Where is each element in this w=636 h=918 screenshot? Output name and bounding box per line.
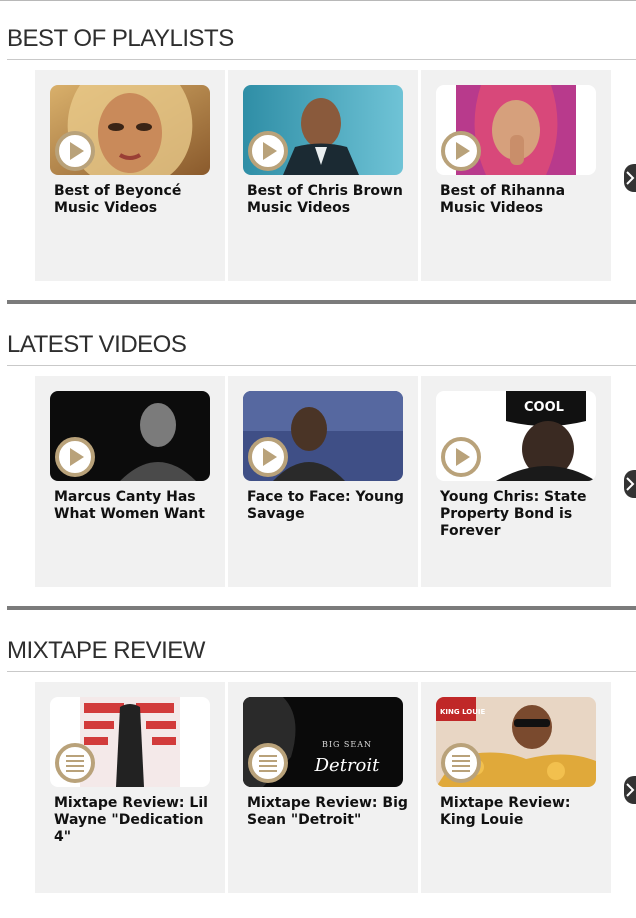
next-arrow-button[interactable] [624, 164, 636, 192]
card-title[interactable]: Mixtape Review: Lil Wayne "Dedication 4" [54, 795, 219, 846]
video-card-young-chris[interactable]: COOL Young Chris: State Property Bond is… [421, 376, 611, 587]
play-icon[interactable] [248, 131, 288, 171]
playlist-card-beyonce[interactable]: Best of Beyoncé Music Videos [35, 70, 225, 281]
section-divider [7, 606, 636, 610]
card-carousel: Marcus Canty Has What Women Want Face to… [35, 376, 611, 587]
section-title[interactable]: LATEST VIDEOS [7, 330, 187, 360]
card-title[interactable]: Face to Face: Young Savage [247, 489, 412, 523]
review-card-lil-wayne[interactable]: Mixtape Review: Lil Wayne "Dedication 4" [35, 682, 225, 893]
detroit-text: Detroit [314, 755, 381, 776]
thumbnail[interactable] [50, 391, 210, 481]
section-title[interactable]: BEST OF PLAYLISTS [7, 24, 234, 54]
section-mixtape-review: MIXTAPE REVIEW Mixtape Review: Lil Wayne… [0, 612, 636, 918]
thumbnail[interactable]: BIG SEAN Detroit [243, 697, 403, 787]
play-icon[interactable] [248, 437, 288, 477]
chevron-right-icon [626, 783, 635, 797]
playlist-card-rihanna[interactable]: Best of Rihanna Music Videos [421, 70, 611, 281]
card-carousel: Best of Beyoncé Music Videos Best of Chr… [35, 70, 611, 281]
video-card-marcus-canty[interactable]: Marcus Canty Has What Women Want [35, 376, 225, 587]
article-icon[interactable] [248, 743, 288, 783]
next-arrow-button[interactable] [624, 470, 636, 498]
play-icon[interactable] [55, 131, 95, 171]
thumbnail[interactable] [50, 697, 210, 787]
card-title[interactable]: Young Chris: State Property Bond is Fore… [440, 489, 605, 540]
play-icon[interactable] [55, 437, 95, 477]
cap-text: COOL [524, 400, 564, 415]
article-icon[interactable] [441, 743, 481, 783]
review-card-king-louie[interactable]: KING LOUIE Mixtape Review: King Louie [421, 682, 611, 893]
card-title[interactable]: Best of Rihanna Music Videos [440, 183, 605, 217]
section-best-of-playlists: BEST OF PLAYLISTS Best of Beyoncé Music … [0, 0, 636, 306]
title-underline [7, 59, 636, 60]
card-title[interactable]: Best of Beyoncé Music Videos [54, 183, 219, 217]
review-card-big-sean[interactable]: BIG SEAN Detroit Mixtape Review: Big Sea… [228, 682, 418, 893]
chevron-right-icon [626, 477, 635, 491]
section-divider [7, 300, 636, 304]
card-title[interactable]: Mixtape Review: Big Sean "Detroit" [247, 795, 412, 829]
card-carousel: Mixtape Review: Lil Wayne "Dedication 4"… [35, 682, 611, 893]
thumbnail[interactable] [436, 85, 596, 175]
play-icon[interactable] [441, 437, 481, 477]
card-title[interactable]: Best of Chris Brown Music Videos [247, 183, 412, 217]
thumbnail[interactable] [243, 391, 403, 481]
section-latest-videos: LATEST VIDEOS Marcus Canty Has What Wome… [0, 306, 636, 612]
big-sean-text: BIG SEAN [322, 740, 372, 749]
thumbnail[interactable]: KING LOUIE [436, 697, 596, 787]
king-louie-text: KING LOUIE [440, 708, 486, 716]
card-title[interactable]: Marcus Canty Has What Women Want [54, 489, 219, 523]
thumbnail[interactable] [243, 85, 403, 175]
chevron-right-icon [626, 171, 635, 185]
video-card-young-savage[interactable]: Face to Face: Young Savage [228, 376, 418, 587]
article-icon[interactable] [55, 743, 95, 783]
title-underline [7, 671, 636, 672]
play-icon[interactable] [441, 131, 481, 171]
playlist-card-chris-brown[interactable]: Best of Chris Brown Music Videos [228, 70, 418, 281]
card-title[interactable]: Mixtape Review: King Louie [440, 795, 605, 829]
section-title[interactable]: MIXTAPE REVIEW [7, 636, 205, 666]
next-arrow-button[interactable] [624, 776, 636, 804]
thumbnail[interactable] [50, 85, 210, 175]
thumbnail[interactable]: COOL [436, 391, 596, 481]
title-underline [7, 365, 636, 366]
